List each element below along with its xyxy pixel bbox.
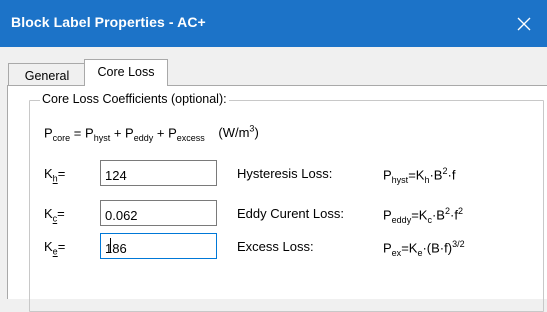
hysteresis-formula: Physt=Kh·B2·f <box>383 166 456 185</box>
window-title: Block Label Properties - AC+ <box>11 14 206 30</box>
units: (W/m3) <box>218 124 259 141</box>
close-button[interactable] <box>501 0 547 47</box>
kh-label: Kh= <box>44 166 66 184</box>
ke-input[interactable] <box>100 233 217 259</box>
eddy-loss-label: Eddy Curent Loss: <box>237 206 344 221</box>
tab-core-loss-label: Core Loss <box>97 65 155 79</box>
kc-input[interactable] <box>100 200 217 226</box>
group-label: Core Loss Coefficients (optional): <box>40 92 229 106</box>
ke-label: Ke= <box>44 239 66 257</box>
tab-core-loss[interactable]: Core Loss <box>84 59 168 86</box>
excess-formula: Pex=Ke·(B·f)3/2 <box>383 239 465 258</box>
tab-general-label: General <box>24 69 70 83</box>
title-bar: Block Label Properties - AC+ <box>0 0 547 47</box>
eddy-formula: Peddy=Kc·B2·f2 <box>383 206 463 225</box>
core-loss-formula: Pcore = Physt + Peddy + Pexcess (W/m3) <box>44 124 259 143</box>
kh-input[interactable] <box>100 160 217 186</box>
excess-loss-label: Excess Loss: <box>237 239 314 254</box>
kc-label: Kc= <box>44 206 65 224</box>
tab-general[interactable]: General <box>8 63 86 85</box>
hysteresis-loss-label: Hysteresis Loss: <box>237 166 333 181</box>
text-caret <box>110 238 111 253</box>
close-icon <box>517 17 531 30</box>
